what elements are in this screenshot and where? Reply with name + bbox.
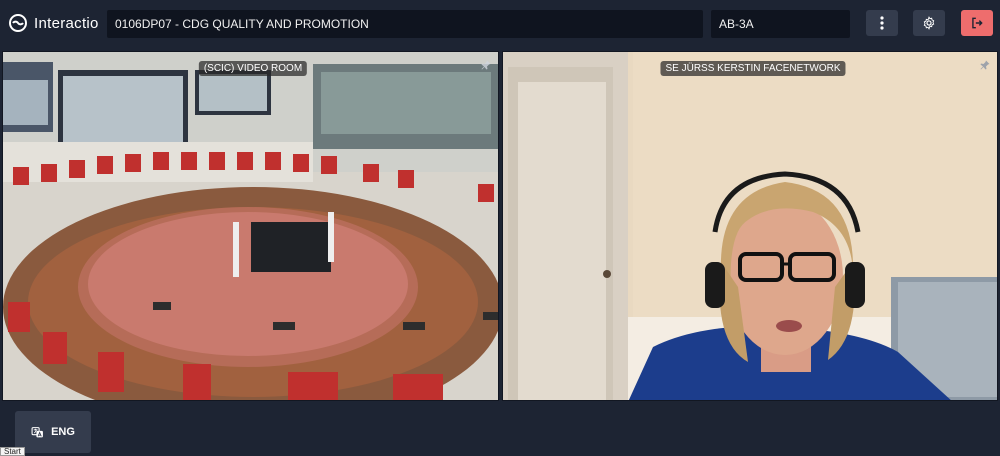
interactio-logo-icon: [9, 14, 27, 32]
app-name: Interactio: [34, 14, 99, 32]
exit-icon: [972, 17, 983, 29]
video-label-room: (SCIC) VIDEO ROOM: [198, 61, 308, 76]
session-title-field: 0106DP07 - CDG QUALITY AND PROMOTION: [107, 10, 703, 38]
video-tile-room[interactable]: (SCIC) VIDEO ROOM: [2, 51, 499, 401]
more-options-button[interactable]: [866, 10, 898, 36]
video-label-participant: SE JÜRSS KERSTIN FACENETWORK: [660, 61, 846, 76]
participant-video: [503, 52, 997, 400]
pin-icon[interactable]: [979, 59, 991, 71]
video-tile-participant[interactable]: SE JÜRSS KERSTIN FACENETWORK: [502, 51, 998, 401]
conference-room-video: [3, 52, 498, 400]
more-vertical-icon: [880, 16, 884, 30]
room-code-field: AB-3A: [711, 10, 850, 38]
leave-session-button[interactable]: [961, 10, 993, 36]
gear-icon: [923, 16, 935, 30]
start-tooltip: Start: [0, 447, 25, 456]
pin-icon[interactable]: [480, 59, 492, 71]
settings-button[interactable]: [913, 10, 945, 36]
app-logo: Interactio: [8, 13, 99, 33]
language-select-button[interactable]: ENG: [15, 411, 91, 453]
language-label: ENG: [51, 426, 75, 438]
translate-icon: [31, 426, 43, 437]
top-bar: Interactio 0106DP07 - CDG QUALITY AND PR…: [0, 0, 1000, 48]
